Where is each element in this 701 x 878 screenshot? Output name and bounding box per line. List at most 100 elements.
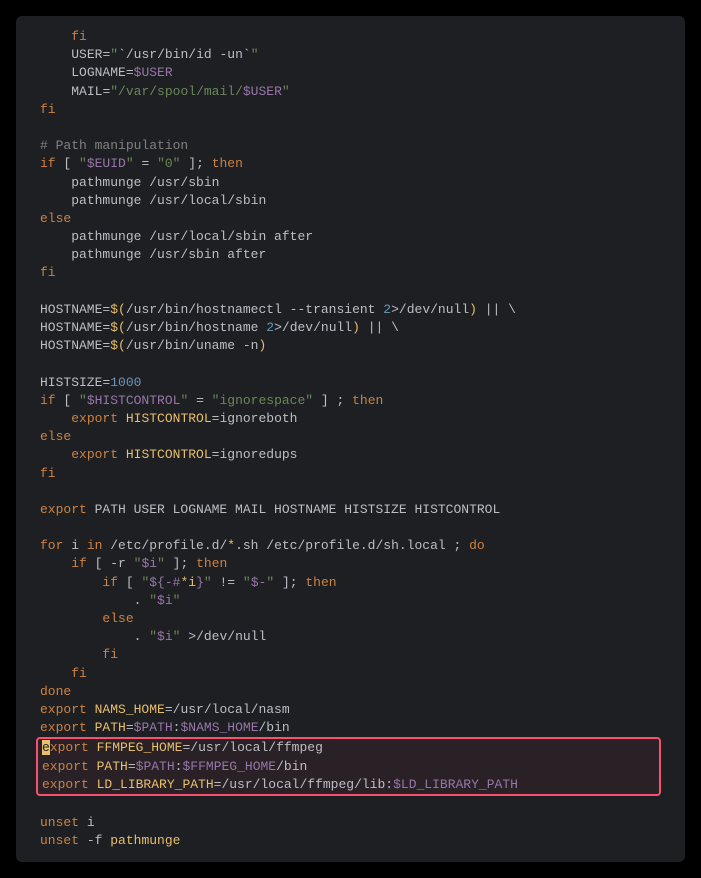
token-keyword: then (212, 156, 243, 171)
code-line: for i in /etc/profile.d/*.sh /etc/profil… (16, 537, 685, 555)
token-keyword: unset (40, 815, 79, 830)
token-cmd: NAMS_HOME (95, 702, 165, 717)
code-line: if [ -r "$i" ]; then (16, 555, 685, 573)
token-var: $EUID (87, 156, 126, 171)
token-plain: LOGNAME (71, 65, 126, 80)
code-line: export PATH=$PATH:$FFMPEG_HOME/bin (38, 758, 659, 776)
token-var: $USER (134, 65, 173, 80)
token-num: 2 (383, 302, 391, 317)
token-string: " (149, 593, 157, 608)
token-plain (89, 777, 97, 792)
token-plain: >/dev/null (180, 629, 266, 644)
token-cmd: *i (180, 575, 196, 590)
code-line: . "$i" >/dev/null (16, 628, 685, 646)
token-cmd: $( (110, 302, 126, 317)
token-plain: /bin (259, 720, 290, 735)
token-num: 2 (266, 320, 274, 335)
token-cmd: $( (110, 320, 126, 335)
token-string: " (266, 575, 274, 590)
token-plain (87, 702, 95, 717)
highlight-box: export FFMPEG_HOME=/usr/local/ffmpegexpo… (36, 737, 661, 796)
token-string: " (251, 47, 259, 62)
token-keyword: fi (102, 647, 118, 662)
token-plain: /usr/bin/hostname (126, 320, 266, 335)
token-plain: pathmunge /usr/local/sbin after (71, 229, 313, 244)
code-line: if [ "$EUID" = "0" ]; then (16, 155, 685, 173)
token-plain: pathmunge /usr/sbin after (71, 247, 266, 262)
token-plain: USER (71, 47, 102, 62)
token-plain: i (63, 538, 86, 553)
token-cmd: ) (258, 338, 266, 353)
token-keyword: export (71, 411, 118, 426)
token-keyword: unset (40, 833, 79, 848)
token-keyword: if (102, 575, 118, 590)
token-var: $i (141, 556, 157, 571)
code-line: export NAMS_HOME=/usr/local/nasm (16, 701, 685, 719)
code-line (16, 119, 685, 137)
token-keyword: fi (71, 29, 87, 44)
token-var: $HISTCONTROL (87, 393, 181, 408)
token-plain: ]; (180, 156, 211, 171)
token-plain: HISTSIZE (40, 375, 102, 390)
code-line: HISTSIZE=1000 (16, 374, 685, 392)
code-line: pathmunge /usr/sbin after (16, 246, 685, 264)
code-line: fi (16, 646, 685, 664)
code-line: # Path manipulation (16, 137, 685, 155)
highlighted-lines: export FFMPEG_HOME=/usr/local/ffmpegexpo… (38, 739, 659, 794)
token-keyword: do (469, 538, 485, 553)
code-line: unset i (16, 814, 685, 832)
token-plain: HOSTNAME (40, 302, 102, 317)
code-line: pathmunge /usr/local/sbin (16, 192, 685, 210)
token-keyword: export (71, 447, 118, 462)
token-keyword: fi (40, 466, 56, 481)
token-plain: =/usr/local/ffmpeg/lib: (214, 777, 393, 792)
token-plain: = (126, 720, 134, 735)
token-string: " (173, 593, 181, 608)
token-eq: = (126, 65, 134, 80)
token-plain: PATH USER LOGNAME MAIL HOSTNAME HISTSIZE… (87, 502, 500, 517)
token-cmd: LD_LIBRARY_PATH (97, 777, 214, 792)
token-plain: pathmunge /usr/sbin (71, 175, 219, 190)
token-plain: . (134, 629, 150, 644)
token-keyword: else (40, 429, 71, 444)
token-plain: || \ (477, 302, 516, 317)
token-plain: [ (118, 575, 141, 590)
code-block: fi USER="`/usr/bin/id -un`" LOGNAME=$USE… (16, 16, 685, 862)
token-keyword: export (40, 720, 87, 735)
code-line: fi (16, 665, 685, 683)
token-plain: `/usr/bin/id -un` (118, 47, 251, 62)
token-plain: i (79, 815, 95, 830)
token-keyword: else (102, 611, 133, 626)
token-keyword: xport (50, 740, 89, 755)
token-plain: [ (56, 156, 79, 171)
code-line (16, 355, 685, 373)
code-line: MAIL="/var/spool/mail/$USER" (16, 83, 685, 101)
code-line: export HISTCONTROL=ignoreboth (16, 410, 685, 428)
token-plain: || \ (360, 320, 399, 335)
code-line: unset -f pathmunge (16, 832, 685, 850)
token-plain: HOSTNAME (40, 338, 102, 353)
token-string: " (79, 393, 87, 408)
token-plain: = (188, 393, 211, 408)
token-var: $LD_LIBRARY_PATH (393, 777, 518, 792)
token-cmd: ) (352, 320, 360, 335)
token-string: " (79, 156, 87, 171)
code-line (16, 519, 685, 537)
token-plain: =/usr/local/ffmpeg (182, 740, 322, 755)
token-cmd: PATH (95, 720, 126, 735)
token-plain (118, 447, 126, 462)
token-keyword: if (71, 556, 87, 571)
code-line: pathmunge /usr/sbin (16, 174, 685, 192)
token-plain: MAIL (71, 84, 102, 99)
token-keyword: export (40, 702, 87, 717)
token-plain: ] ; (313, 393, 352, 408)
code-line: if [ "$HISTCONTROL" = "ignorespace" ] ; … (16, 392, 685, 410)
token-plain: HOSTNAME (40, 320, 102, 335)
token-cmd: HISTCONTROL (126, 411, 212, 426)
token-keyword: else (40, 211, 71, 226)
code-line: if [ "${-#*i}" != "$-" ]; then (16, 574, 685, 592)
token-plain: . (134, 593, 150, 608)
token-plain: [ (56, 393, 79, 408)
token-string: " (149, 629, 157, 644)
token-var: $PATH (136, 759, 175, 774)
